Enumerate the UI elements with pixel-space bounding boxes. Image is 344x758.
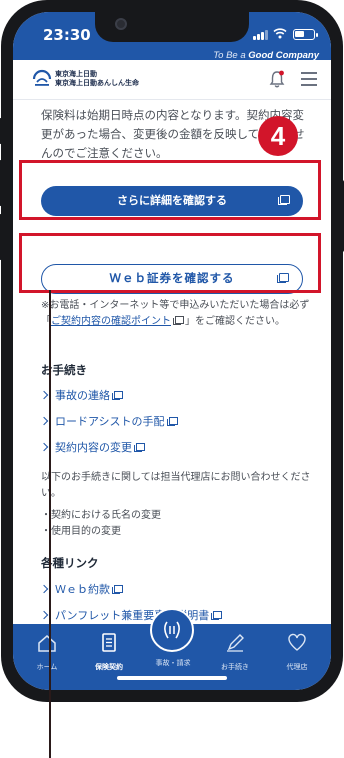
link-pamphlet[interactable]: パンフレット兼重要事項説明書 (39, 608, 223, 624)
external-link-icon (173, 316, 184, 325)
hands-icon (164, 621, 180, 639)
procedures-heading: お手続き (41, 363, 87, 377)
phone-frame: 23:30 To Be a Good Company 東京海上日動 東京海上日動… (0, 0, 344, 702)
step-number-badge: 4 (258, 116, 298, 156)
external-link-icon (112, 585, 123, 594)
chevron-right-icon (39, 442, 49, 452)
notch (95, 12, 249, 42)
chevron-right-icon (39, 416, 49, 426)
accident-claim-center-button[interactable] (150, 608, 194, 652)
screen: 23:30 To Be a Good Company 東京海上日動 東京海上日動… (13, 12, 331, 690)
procedure-link-contract-change[interactable]: 契約内容の変更 (39, 440, 146, 456)
chevron-right-icon (39, 390, 49, 400)
heart-hands-icon (288, 633, 306, 651)
camera-icon (115, 18, 127, 30)
bell-icon[interactable] (269, 70, 285, 88)
brand-name: 東京海上日動 東京海上日動あんしん生命 (55, 70, 139, 87)
external-link-icon (166, 417, 178, 426)
procedure-link-accident-report[interactable]: 事故の連絡 (39, 388, 124, 404)
agent-item-usage-change: ・使用目的の変更 (41, 526, 121, 537)
agent-item-name-change: ・契約における氏名の変更 (41, 510, 161, 521)
external-link-icon (134, 443, 145, 452)
signal-icon (253, 30, 269, 40)
agent-contact-note: 以下のお手続きに関しては担当代理店にお問い合わせください。 (41, 472, 311, 499)
highlight-detail-button (19, 160, 321, 220)
link-web-terms[interactable]: Ｗｅｂ約款 (39, 582, 124, 598)
external-link-icon (211, 611, 223, 620)
chevron-right-icon (39, 610, 49, 620)
pen-icon (227, 634, 244, 652)
document-icon (102, 633, 116, 652)
external-link-icon (112, 391, 123, 400)
tab-procedures[interactable]: お手続き (205, 632, 265, 672)
tab-accident-claim[interactable]: 事故・請求 (143, 658, 203, 668)
home-indicator (117, 676, 227, 680)
battery-icon (293, 29, 318, 40)
company-logo-icon (32, 69, 52, 86)
tab-home[interactable]: ホーム (17, 632, 77, 672)
highlight-web-certificate-button (19, 233, 321, 293)
confirmation-points-link[interactable]: ご契約内容の確認ポイント (51, 316, 171, 327)
app-header: 東京海上日動 東京海上日動あんしん生命 (13, 60, 331, 100)
confirmation-note: ※お電話・インターネット等で申込みいただいた場合は必ず「ご契約内容の確認ポイント… (41, 300, 310, 327)
status-time: 23:30 (43, 26, 91, 44)
wifi-icon (273, 28, 287, 39)
chevron-right-icon (39, 584, 49, 594)
hamburger-menu-icon[interactable] (301, 72, 317, 86)
tab-agency[interactable]: 代理店 (267, 632, 327, 672)
home-icon (38, 635, 56, 652)
tab-insurance-contract[interactable]: 保険契約 (79, 632, 139, 672)
pointer-line (49, 290, 51, 758)
procedure-link-road-assist[interactable]: ロードアシストの手配 (39, 414, 179, 430)
